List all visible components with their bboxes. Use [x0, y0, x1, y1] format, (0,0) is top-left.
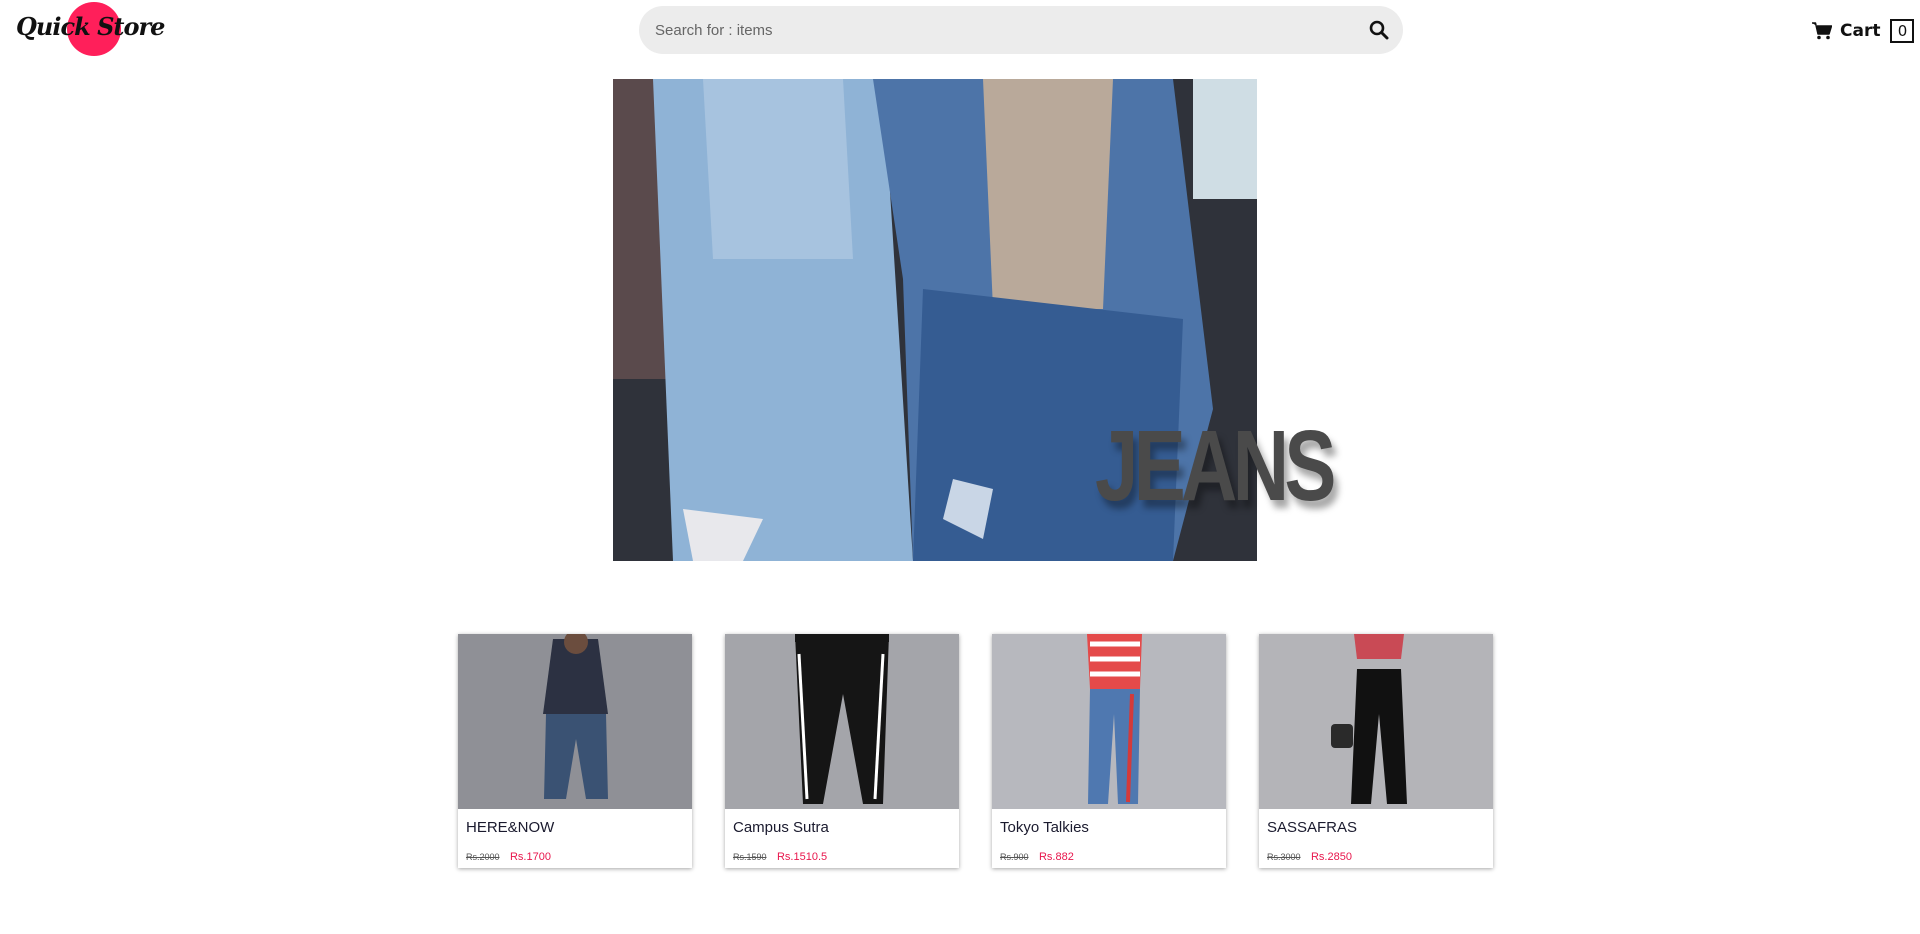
product-card[interactable]: Tokyo Talkies Rs.900 Rs.882 [992, 634, 1226, 868]
hero-title: JEANS [1095, 410, 1336, 522]
search-icon[interactable] [1369, 20, 1389, 40]
product-old-price: Rs.900 [1000, 852, 1029, 862]
product-price: Rs.882 [1038, 851, 1074, 863]
product-name: Campus Sutra [733, 819, 829, 836]
product-image [725, 634, 959, 809]
cart-icon [1812, 22, 1832, 40]
search-input[interactable] [655, 6, 1355, 54]
logo[interactable]: Quick Store [16, 2, 165, 56]
product-prices: Rs.900 Rs.882 [1000, 847, 1074, 865]
product-name: HERE&NOW [466, 819, 555, 836]
logo-text: Quick Store [16, 12, 165, 41]
product-old-price: Rs.2000 [466, 852, 500, 862]
product-price: Rs.1700 [509, 851, 551, 863]
product-old-price: Rs.3000 [1267, 852, 1301, 862]
product-price: Rs.1510.5 [776, 851, 828, 863]
product-image [992, 634, 1226, 809]
product-name: Tokyo Talkies [1000, 819, 1089, 836]
product-image [1259, 634, 1493, 809]
product-old-price: Rs.1590 [733, 852, 767, 862]
product-price: Rs.2850 [1310, 851, 1352, 863]
product-card[interactable]: Campus Sutra Rs.1590 Rs.1510.5 [725, 634, 959, 868]
product-grid: HERE&NOW Rs.2000 Rs.1700 Campus Sutra Rs… [458, 634, 1494, 868]
product-prices: Rs.2000 Rs.1700 [466, 847, 551, 865]
cart-button[interactable]: Cart 0 [1812, 18, 1915, 44]
cart-count: 0 [1890, 19, 1915, 43]
cart-label: Cart [1840, 21, 1881, 41]
product-prices: Rs.1590 Rs.1510.5 [733, 847, 827, 865]
product-card[interactable]: SASSAFRAS Rs.3000 Rs.2850 [1259, 634, 1493, 868]
search-bar [639, 6, 1403, 54]
product-name: SASSAFRAS [1267, 819, 1358, 836]
product-card[interactable]: HERE&NOW Rs.2000 Rs.1700 [458, 634, 692, 868]
product-prices: Rs.3000 Rs.2850 [1267, 847, 1352, 865]
product-image [458, 634, 692, 809]
header: Quick Store Cart 0 [0, 0, 1920, 60]
hero-banner[interactable]: JEANS [613, 79, 1336, 561]
